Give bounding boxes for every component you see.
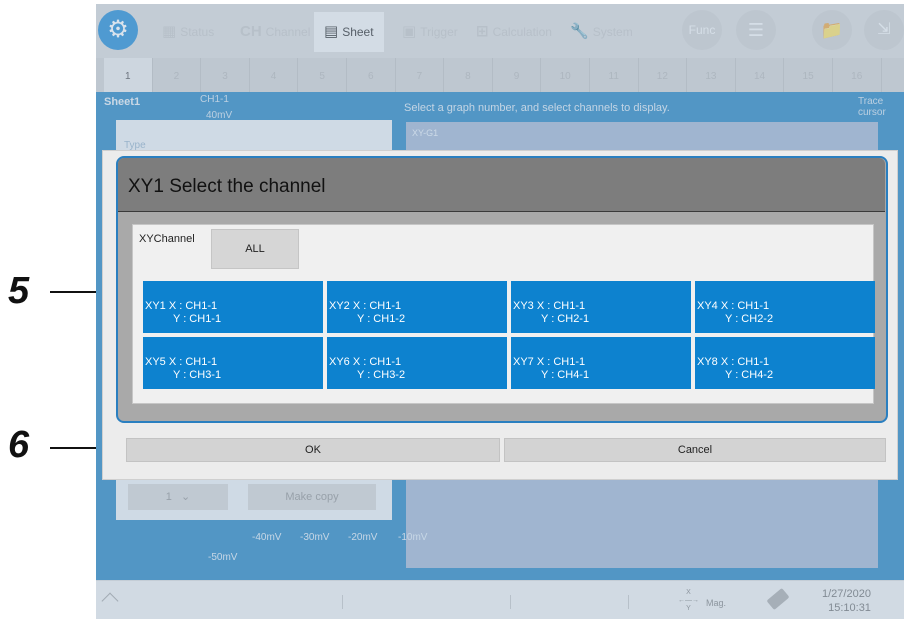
step-6-label: 6 bbox=[8, 424, 30, 466]
xy5-channel-button[interactable]: XY5 X : CH1-1 Y : CH3-1 bbox=[143, 337, 323, 389]
xy3-channel-button[interactable]: XY3 X : CH1-1 Y : CH2-1 bbox=[511, 281, 691, 333]
xy-channel-panel: XYChannel ALL XY1 X : CH1-1 Y : CH1-1 XY2… bbox=[132, 224, 875, 404]
xy6-channel-button[interactable]: XY6 X : CH1-1 Y : CH3-2 bbox=[327, 337, 507, 389]
step-5-label: 5 bbox=[8, 270, 30, 312]
cancel-button[interactable]: Cancel bbox=[504, 438, 886, 462]
channel-selection-frame: XY1 Select the channel XYChannel ALL XY1… bbox=[116, 156, 888, 423]
ok-button[interactable]: OK bbox=[126, 438, 500, 462]
xy2-channel-button[interactable]: XY2 X : CH1-1 Y : CH1-2 bbox=[327, 281, 507, 333]
channel-grid: XY1 X : CH1-1 Y : CH1-1 XY2 X : CH1-1 Y : … bbox=[143, 281, 875, 389]
xy1-channel-button[interactable]: XY1 X : CH1-1 Y : CH1-1 bbox=[143, 281, 323, 333]
xychannel-label: XYChannel bbox=[139, 233, 195, 245]
xy4-channel-button[interactable]: XY4 X : CH1-1 Y : CH2-2 bbox=[695, 281, 875, 333]
xy7-channel-button[interactable]: XY7 X : CH1-1 Y : CH4-1 bbox=[511, 337, 691, 389]
device-screen: ⚙ ▦ Status CH Channel ▤ Sheet ▣ Trigger ⊞ Cal… bbox=[96, 4, 904, 619]
all-button[interactable]: ALL bbox=[211, 229, 299, 269]
dialog-title: XY1 Select the channel bbox=[118, 158, 885, 212]
xy8-channel-button[interactable]: XY8 X : CH1-1 Y : CH4-2 bbox=[695, 337, 875, 389]
